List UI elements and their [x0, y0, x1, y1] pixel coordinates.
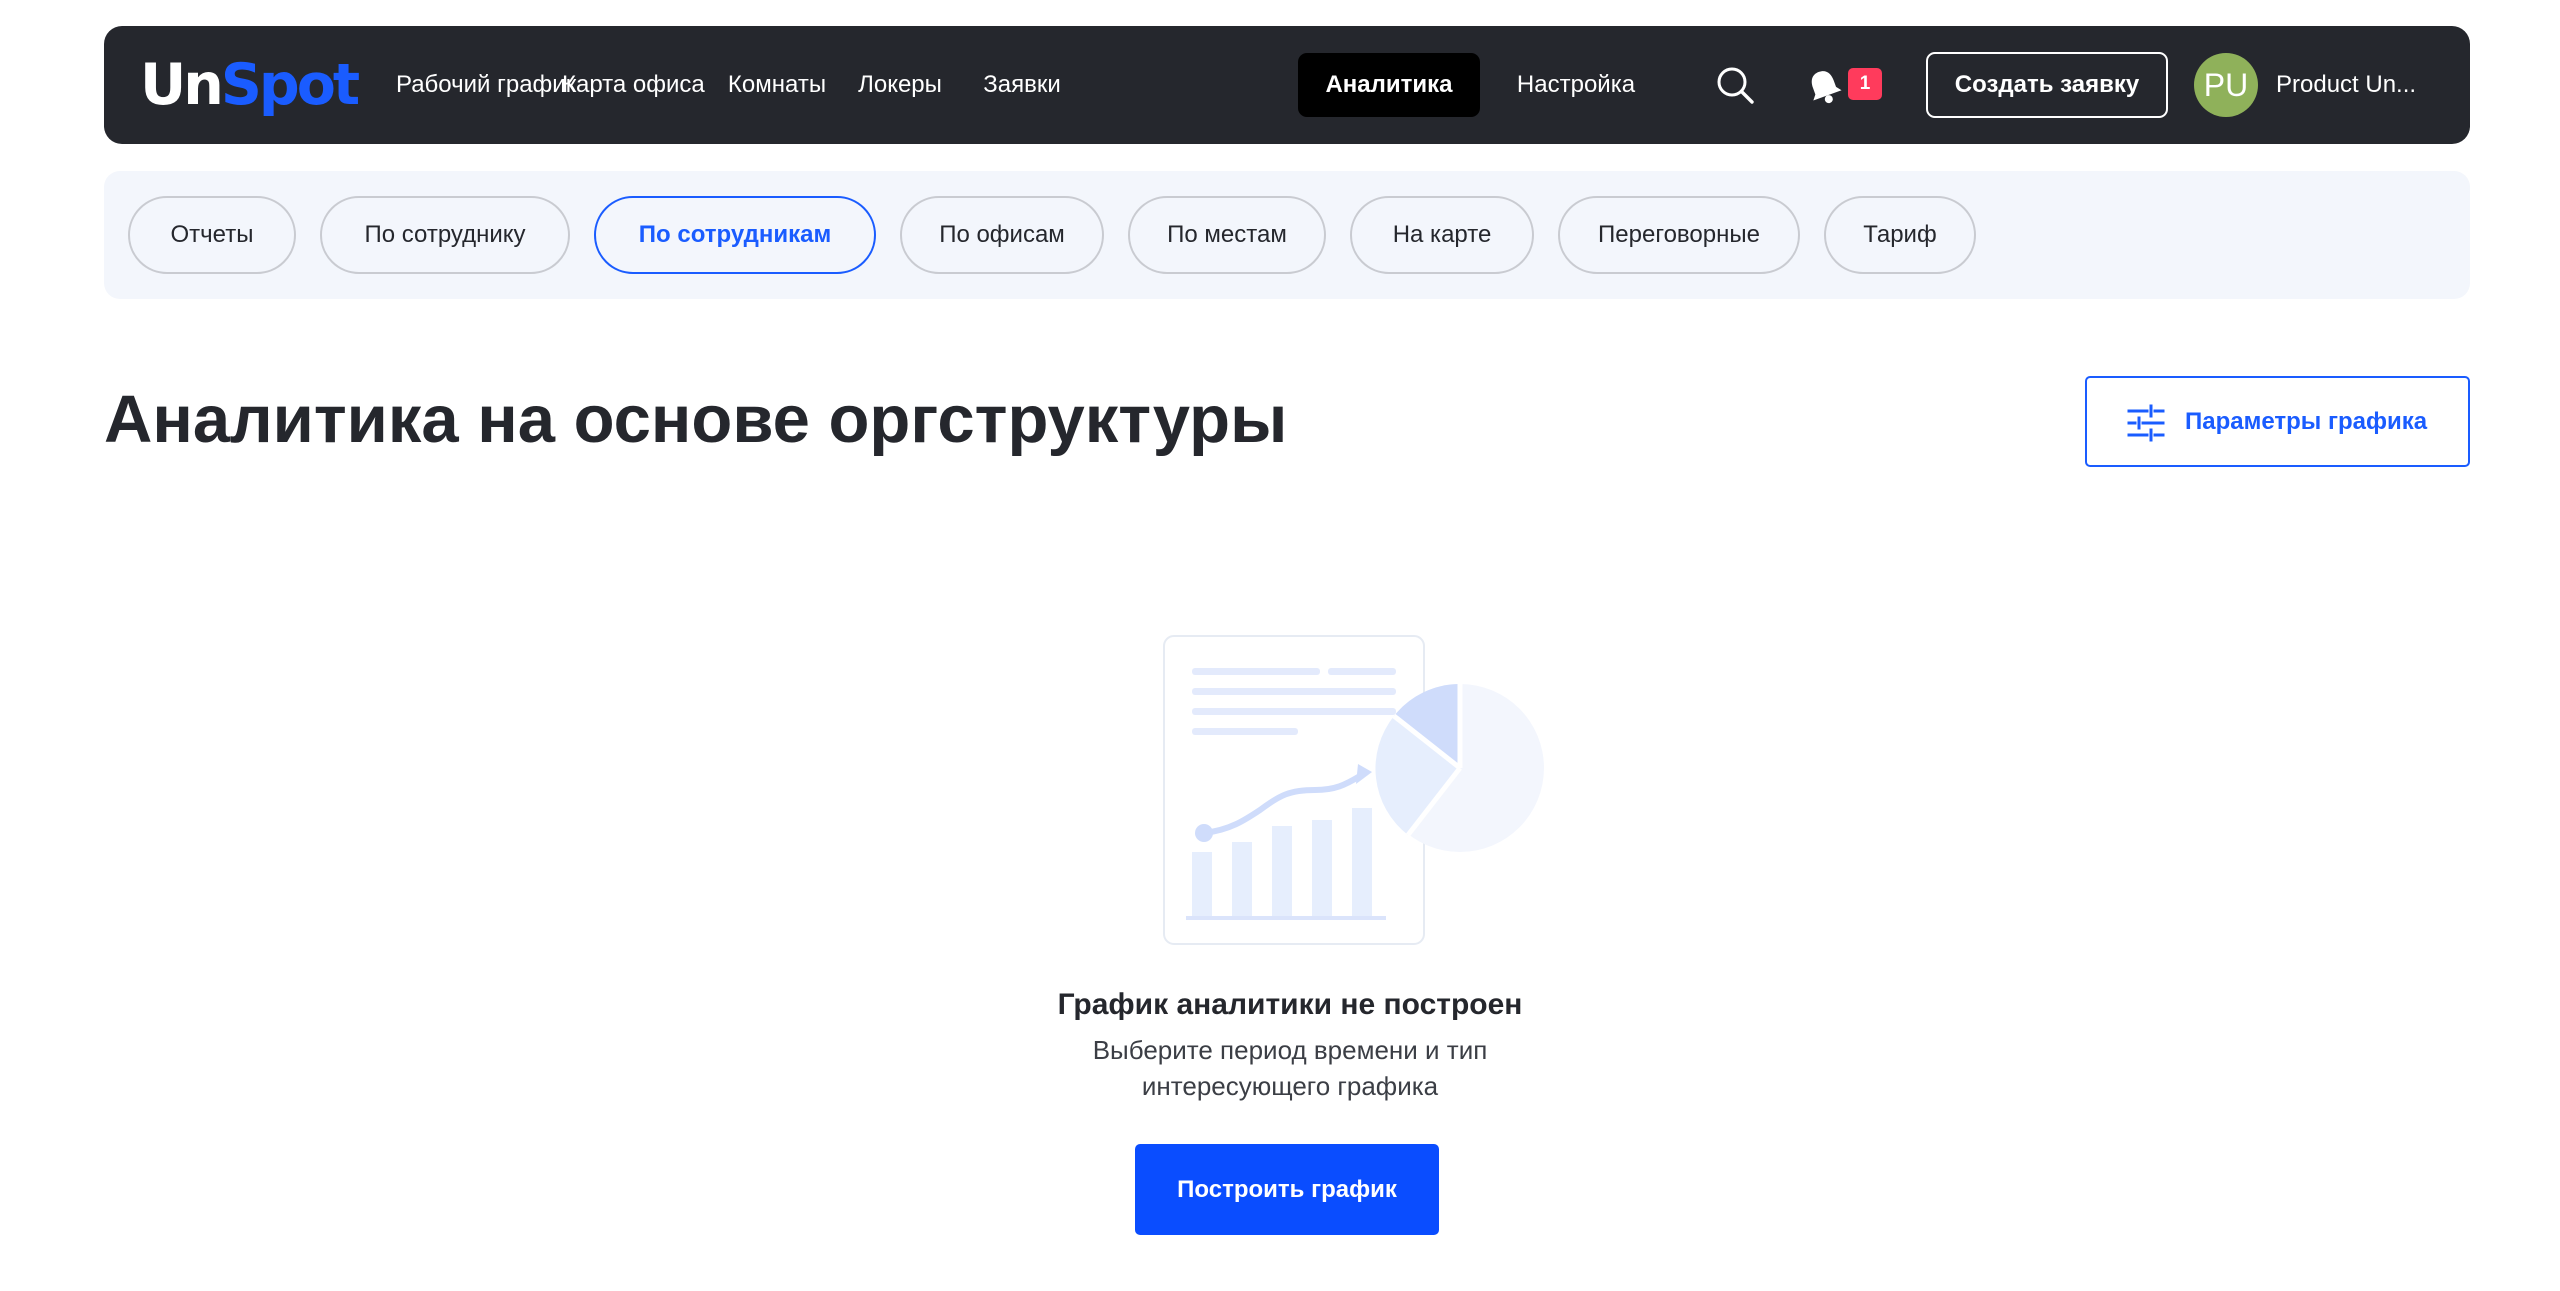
nav-item-rooms[interactable]: Комнаты [726, 53, 828, 117]
chart-parameters-label: Параметры графика [2185, 408, 2428, 435]
sliders-icon [2127, 404, 2165, 442]
top-navigation-bar: UnSpot Рабочий график Карта офиса Комнат… [104, 26, 2470, 144]
build-chart-button[interactable]: Построить график [1135, 1144, 1439, 1235]
nav-item-office-map[interactable]: Карта офиса [562, 53, 705, 117]
empty-state-subtitle: Выберите период времени и тип интересующ… [1092, 1035, 1488, 1101]
create-request-button[interactable]: Создать заявку [1926, 52, 2168, 118]
empty-chart-illustration [1150, 630, 1560, 950]
nav-item-analytics[interactable]: Аналитика [1298, 53, 1480, 117]
analytics-subtabs: Отчеты По сотруднику По сотрудникам По о… [104, 171, 2470, 299]
search-icon[interactable] [1714, 64, 1756, 106]
tab-by-places[interactable]: По местам [1128, 196, 1326, 274]
tab-by-employees[interactable]: По сотрудникам [594, 196, 876, 274]
notification-bell-icon[interactable] [1804, 66, 1844, 106]
tab-by-offices[interactable]: По офисам [900, 196, 1104, 274]
user-avatar[interactable]: PU [2194, 53, 2258, 117]
tab-on-map[interactable]: На карте [1350, 196, 1534, 274]
page-title: Аналитика на основе оргструктуры [104, 382, 1288, 457]
chart-parameters-button[interactable]: Параметры графика [2085, 376, 2470, 467]
nav-item-settings[interactable]: Настройка [1514, 53, 1638, 117]
tab-meeting-rooms[interactable]: Переговорные [1558, 196, 1800, 274]
empty-state-title: График аналитики не построен [1057, 988, 1523, 1021]
user-name[interactable]: Product Un... [2276, 53, 2446, 117]
notification-count-badge: 1 [1848, 68, 1882, 100]
tab-reports[interactable]: Отчеты [128, 196, 296, 274]
nav-item-work-schedule[interactable]: Рабочий график [396, 53, 576, 117]
tab-by-employee[interactable]: По сотруднику [320, 196, 570, 274]
nav-item-lockers[interactable]: Локеры [850, 53, 950, 117]
nav-item-requests[interactable]: Заявки [972, 53, 1072, 117]
tab-tariff[interactable]: Тариф [1824, 196, 1976, 274]
